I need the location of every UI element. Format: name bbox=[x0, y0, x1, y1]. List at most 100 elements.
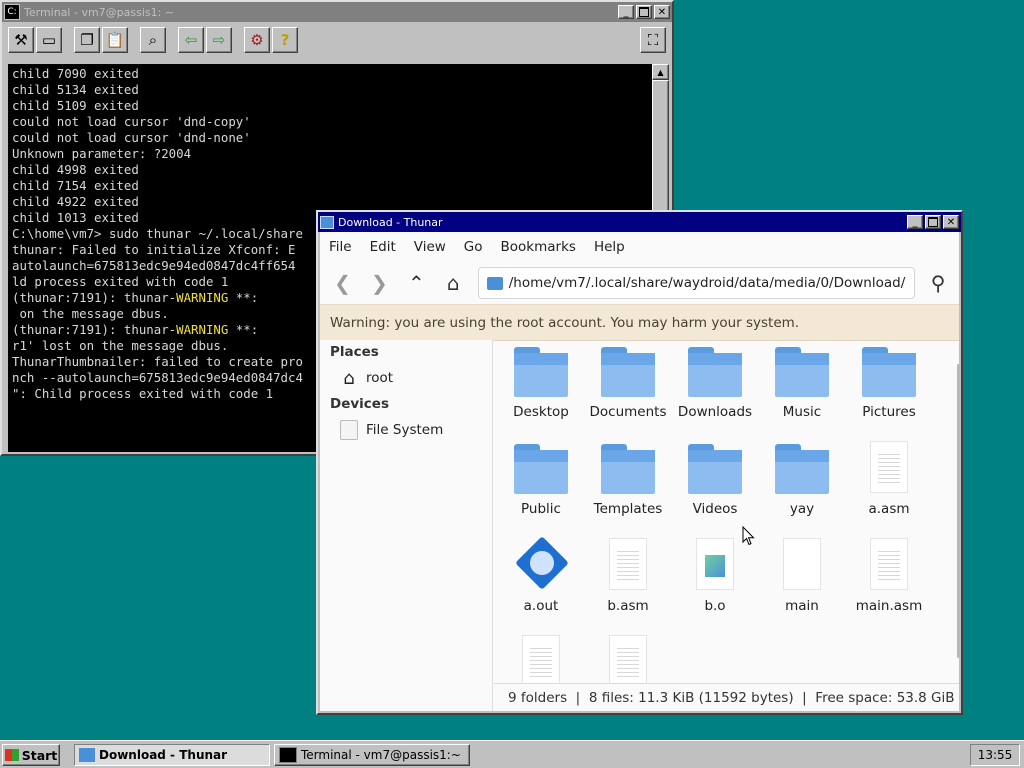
search-icon: ⚲ bbox=[930, 271, 946, 295]
terminal-line: could not load cursor 'dnd-none' bbox=[12, 130, 251, 145]
file-item[interactable]: a.asm bbox=[846, 439, 932, 534]
fullscreen-icon: ⛶ bbox=[647, 31, 659, 49]
text-file-icon bbox=[861, 536, 917, 596]
minimize-button[interactable]: _ bbox=[618, 5, 634, 19]
minimize-button[interactable]: _ bbox=[907, 215, 923, 229]
close-button[interactable]: ✕ bbox=[943, 215, 959, 229]
places-header: Places bbox=[330, 344, 379, 360]
settings-button[interactable]: ⚙ bbox=[244, 27, 270, 53]
file-grid-scrollbar[interactable] bbox=[957, 364, 960, 658]
arrow-up-icon: ▲ bbox=[657, 67, 664, 77]
folder-icon bbox=[513, 439, 569, 499]
folder-item[interactable]: Documents bbox=[585, 342, 671, 437]
sidebar-item-root[interactable]: ⌂ root bbox=[320, 364, 492, 392]
menu-edit[interactable]: Edit bbox=[361, 239, 405, 255]
folder-item[interactable]: Pictures bbox=[846, 342, 932, 437]
folder-item[interactable]: Downloads bbox=[672, 342, 758, 437]
menu-help[interactable]: Help bbox=[585, 239, 634, 255]
menu-file[interactable]: File bbox=[320, 239, 361, 255]
terminal-title: Terminal - vm7@passis1: ~ bbox=[24, 5, 175, 19]
taskbar-item-terminal[interactable]: Terminal - vm7@passis1:~ bbox=[274, 744, 470, 766]
start-button[interactable]: Start bbox=[2, 744, 60, 766]
terminal-line: child 4998 exited bbox=[12, 162, 139, 177]
clock: 13:55 bbox=[970, 744, 1020, 766]
minimize-icon: _ bbox=[912, 216, 918, 228]
devices-header: Devices bbox=[330, 396, 389, 412]
terminal-line: could not load cursor 'dnd-copy' bbox=[12, 114, 251, 129]
parent-folder-button[interactable]: ⌃ bbox=[398, 267, 435, 299]
tools-icon: ⚒ bbox=[14, 31, 28, 49]
close-button[interactable]: ✕ bbox=[654, 5, 670, 19]
back-button[interactable]: ⇦ bbox=[178, 27, 204, 53]
home-button[interactable]: ⌂ bbox=[435, 267, 472, 299]
maximize-button[interactable] bbox=[925, 215, 941, 229]
menu-view[interactable]: View bbox=[405, 239, 455, 255]
item-label: Videos bbox=[692, 501, 738, 517]
fullscreen-button[interactable]: ⛶ bbox=[640, 27, 666, 53]
sidebar-item-label: File System bbox=[366, 422, 444, 438]
forward-button[interactable]: ⇨ bbox=[206, 27, 232, 53]
folder-item[interactable]: Public bbox=[498, 439, 584, 534]
menu-bookmarks[interactable]: Bookmarks bbox=[492, 239, 585, 255]
item-label: b.o bbox=[704, 598, 726, 614]
arrow-left-icon: ⇦ bbox=[184, 31, 198, 49]
folder-item[interactable]: yay bbox=[759, 439, 845, 534]
item-label: a.out bbox=[523, 598, 559, 614]
search-button[interactable]: ⚲ bbox=[921, 267, 955, 299]
copy-button[interactable]: ❐ bbox=[74, 27, 100, 53]
taskbar-item-thunar[interactable]: Download - Thunar bbox=[74, 744, 270, 766]
forward-button[interactable]: ❯ bbox=[361, 267, 398, 299]
folder-icon bbox=[774, 342, 830, 402]
thunar-titlebar[interactable]: Download - Thunar _ ✕ bbox=[318, 212, 961, 232]
find-button[interactable]: ⌕ bbox=[140, 27, 166, 53]
status-text: 9 folders | 8 files: 11.3 KiB (11592 byt… bbox=[508, 689, 955, 706]
window-icon: ▭ bbox=[41, 31, 57, 49]
file-item[interactable]: main bbox=[759, 536, 845, 631]
folder-item[interactable]: Videos bbox=[672, 439, 758, 534]
scroll-up-button[interactable]: ▲ bbox=[652, 64, 669, 80]
item-label: yay bbox=[789, 501, 815, 517]
terminal-line: child 7090 exited bbox=[12, 66, 139, 81]
blank-file-icon bbox=[774, 536, 830, 596]
paste-button[interactable]: 📋 bbox=[102, 27, 128, 53]
navigation-bar: ❮ ❯ ⌃ ⌂ /home/vm7/.local/share/waydroid/… bbox=[320, 262, 959, 304]
item-label: Templates bbox=[593, 501, 663, 517]
folder-icon bbox=[687, 342, 743, 402]
maximize-button[interactable] bbox=[636, 5, 652, 19]
properties-button[interactable]: ⚒ bbox=[8, 27, 34, 53]
file-item[interactable] bbox=[585, 633, 671, 683]
warning-token: WARNING bbox=[176, 322, 229, 337]
text-file-icon bbox=[861, 439, 917, 499]
new-window-button[interactable]: ▭ bbox=[36, 27, 62, 53]
location-path: /home/vm7/.local/share/waydroid/data/med… bbox=[508, 275, 906, 291]
folder-icon bbox=[79, 748, 95, 762]
item-label: Music bbox=[782, 404, 822, 420]
location-bar[interactable]: /home/vm7/.local/share/waydroid/data/med… bbox=[477, 267, 916, 299]
drive-icon bbox=[338, 419, 360, 441]
sidebar-item-file-system[interactable]: File System bbox=[320, 416, 492, 444]
thunar-window[interactable]: Download - Thunar _ ✕ File Edit View Go Book… bbox=[316, 210, 963, 715]
file-item[interactable]: main.asm bbox=[846, 536, 932, 631]
help-icon: ? bbox=[280, 31, 290, 49]
executable-icon bbox=[513, 536, 569, 596]
terminal-titlebar[interactable]: C: Terminal - vm7@passis1: ~ _ ✕ bbox=[2, 2, 672, 22]
thunar-title: Download - Thunar bbox=[338, 215, 443, 229]
sidebar-item-label: root bbox=[366, 370, 394, 386]
paste-icon: 📋 bbox=[105, 31, 125, 49]
chevron-left-icon: ❮ bbox=[334, 271, 351, 295]
text-file-icon bbox=[513, 633, 569, 683]
item-label: Public bbox=[521, 501, 561, 517]
folder-item[interactable]: Music bbox=[759, 342, 845, 437]
menu-go[interactable]: Go bbox=[455, 239, 492, 255]
terminal-line: child 5109 exited bbox=[12, 98, 139, 113]
folder-item[interactable]: Desktop bbox=[498, 342, 584, 437]
file-item[interactable] bbox=[498, 633, 584, 683]
back-button[interactable]: ❮ bbox=[324, 267, 361, 299]
clock-time: 13:55 bbox=[977, 748, 1013, 762]
file-item[interactable]: b.asm bbox=[585, 536, 671, 631]
root-warning-text: Warning: you are using the root account.… bbox=[330, 314, 800, 331]
file-item[interactable]: a.out bbox=[498, 536, 584, 631]
folder-item[interactable]: Templates bbox=[585, 439, 671, 534]
help-button[interactable]: ? bbox=[272, 27, 298, 53]
file-item[interactable]: b.o bbox=[672, 536, 758, 631]
